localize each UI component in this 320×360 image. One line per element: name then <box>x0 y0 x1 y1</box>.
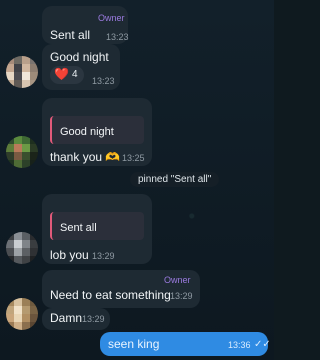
reaction-count: 4 <box>72 69 78 80</box>
message-text: Damn <box>50 311 83 325</box>
message-time: 13:23 <box>92 76 115 86</box>
message-text: thank you 🫶 <box>50 150 121 164</box>
message-text: Need to eat something <box>50 288 171 302</box>
message-bubble[interactable]: Sent all lob you 13:29 <box>42 194 152 264</box>
quote-text: Sent all <box>60 222 97 234</box>
message-time: 13:29 <box>170 291 193 301</box>
message-time: 13:23 <box>106 32 129 42</box>
quote-text: Good night <box>60 126 114 138</box>
message-bubble[interactable]: Good night ❤️ 4 13:23 <box>42 44 120 90</box>
read-status-icon: ✓✓ <box>254 339 271 350</box>
heart-icon: ❤️ <box>54 67 69 81</box>
reaction-chip[interactable]: ❤️ 4 <box>50 66 84 84</box>
message-text: Good night <box>50 50 109 64</box>
avatar[interactable] <box>6 232 38 264</box>
avatar[interactable] <box>6 298 38 330</box>
message-time: 13:29 <box>92 251 115 261</box>
outgoing-message-bubble[interactable]: seen king 13:36 ✓✓ <box>100 332 271 356</box>
message-text: lob you <box>50 248 89 262</box>
message-text: seen king <box>108 337 160 351</box>
reply-quote[interactable]: Good night <box>50 116 144 144</box>
message-time: 13:25 <box>122 153 145 163</box>
message-bubble[interactable]: Good night thank you 🫶 13:25 <box>42 98 152 166</box>
message-bubble[interactable]: Owner Sent all 13:23 <box>42 6 129 44</box>
reply-quote[interactable]: Sent all <box>50 212 144 240</box>
avatar[interactable] <box>6 56 38 88</box>
pinned-text: pinned "Sent all" <box>138 174 212 185</box>
message-time: 13:36 <box>228 340 251 350</box>
message-bubble[interactable]: Owner Need to eat something 13:29 <box>42 270 200 308</box>
message-bubble[interactable]: Damn 13:29 <box>42 308 110 330</box>
message-text: Sent all <box>50 28 91 42</box>
owner-badge: Owner <box>98 13 125 23</box>
message-time: 13:29 <box>82 314 105 324</box>
pinned-notice: pinned "Sent all" <box>130 172 220 187</box>
owner-badge: Owner <box>164 275 191 285</box>
avatar[interactable] <box>6 136 38 168</box>
